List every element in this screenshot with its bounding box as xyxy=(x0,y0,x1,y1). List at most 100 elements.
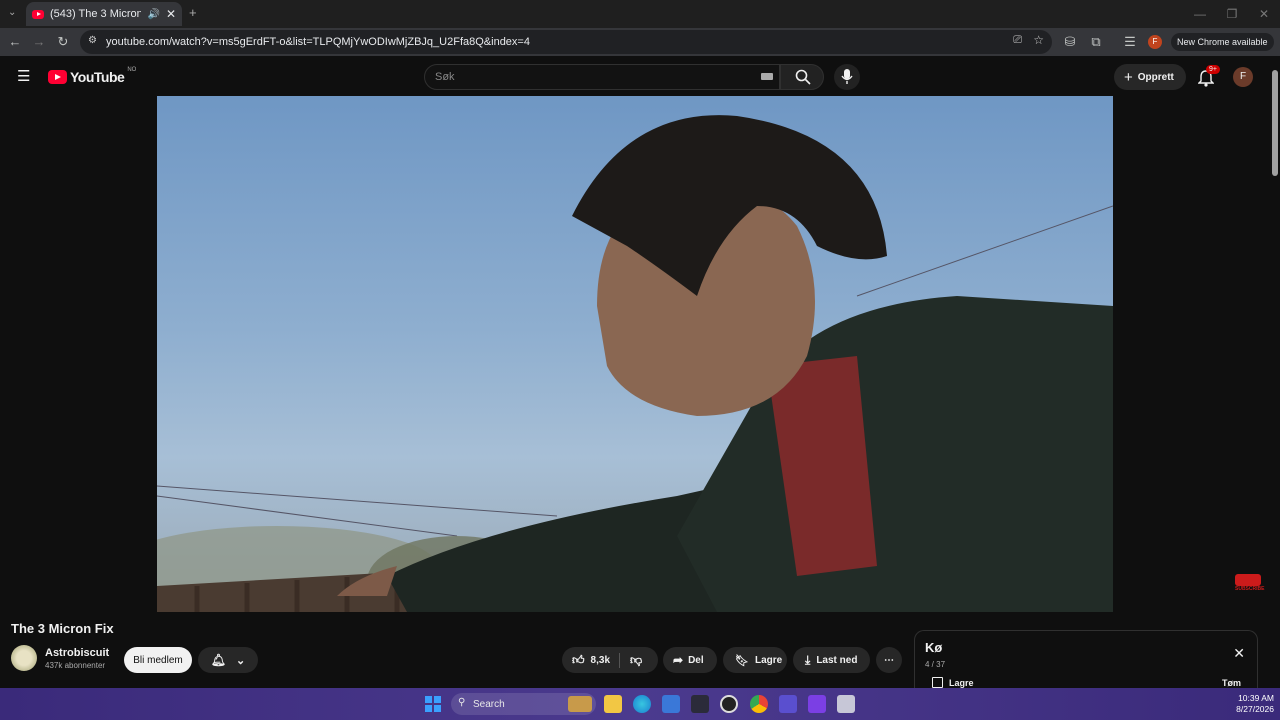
more-horizontal-icon: ⋯ xyxy=(884,654,894,666)
youtube-favicon-icon xyxy=(32,9,44,19)
queue-save-button[interactable]: Lagre xyxy=(932,677,974,688)
taskbar-search[interactable]: ⚲ Search xyxy=(451,693,596,715)
bell-icon: 🔔︎ xyxy=(210,653,226,667)
search-input[interactable]: Søk xyxy=(424,64,780,90)
chrome-icon[interactable] xyxy=(750,695,768,713)
page-scrollbar-thumb[interactable] xyxy=(1272,70,1278,176)
keyboard-icon[interactable] xyxy=(761,73,773,80)
app-icon-3[interactable] xyxy=(720,695,738,713)
queue-clear-button[interactable]: Tøm xyxy=(1222,678,1241,688)
notifications-button[interactable]: 9+ xyxy=(1196,65,1220,87)
file-explorer-icon[interactable] xyxy=(604,695,622,713)
extensions-puzzle-icon[interactable]: ⧉ xyxy=(1088,34,1104,50)
reading-list-icon[interactable]: ☰ xyxy=(1122,34,1138,50)
save-label: Lagre xyxy=(754,654,783,666)
region-code: NO xyxy=(127,67,137,73)
download-button[interactable]: ⤓ Last ned xyxy=(793,647,870,673)
save-button[interactable]: 🔖︎ Lagre xyxy=(723,647,787,673)
queue-title: Kø xyxy=(925,640,943,655)
clock-date: 8/27/2026 xyxy=(1236,704,1274,714)
queue-position: 4 / 37 xyxy=(925,660,946,669)
save-checkbox-icon xyxy=(932,677,943,688)
clock-time: 10:39 AM xyxy=(1238,693,1274,703)
new-chrome-label: New Chrome available xyxy=(1177,37,1268,47)
subscribe-watermark-label: SUBSCRIBE xyxy=(1235,586,1265,592)
microphone-icon xyxy=(841,69,853,84)
dislike-button[interactable]: 👎︎ xyxy=(620,653,642,668)
extension-icon[interactable]: ⛁ xyxy=(1062,34,1078,50)
subscriber-count: 437k abonnenter xyxy=(45,661,106,670)
channel-name[interactable]: Astrobiscuit xyxy=(45,647,109,659)
like-count: 8,3k xyxy=(590,654,611,666)
profile-avatar[interactable]: F xyxy=(1148,35,1162,49)
share-icon: ➦ xyxy=(673,653,684,667)
speaker-icon[interactable]: 🔊 xyxy=(147,9,159,20)
back-icon[interactable]: ← xyxy=(7,34,23,50)
join-label: Bli medlem xyxy=(133,654,183,666)
start-button[interactable] xyxy=(425,696,441,712)
youtube-play-icon xyxy=(48,70,67,84)
window-controls: — ❐ ✕ xyxy=(1184,0,1280,28)
site-info-icon[interactable]: ⚙ xyxy=(88,35,97,46)
create-label: Opprett xyxy=(1137,71,1174,83)
minimize-icon[interactable]: — xyxy=(1184,0,1216,28)
youtube-logo-text: YouTube xyxy=(70,69,125,85)
tab-title: (543) The 3 Micron Fix - You xyxy=(50,8,142,20)
address-bar[interactable]: ⚙ youtube.com/watch?v=ms5gErdFT-o&list=T… xyxy=(80,30,1052,54)
taskbar-clock[interactable]: 10:39 AM 8/27/2026 xyxy=(1222,693,1274,715)
edge-icon[interactable] xyxy=(633,695,651,713)
browser-toolbar: ← → ↻ ⚙ youtube.com/watch?v=ms5gErdFT-o&… xyxy=(0,28,1280,56)
search-icon: ⚲ xyxy=(458,697,466,708)
share-label: Del xyxy=(688,654,704,666)
bookmark-icon: 🔖︎ xyxy=(735,654,749,667)
youtube-logo[interactable]: YouTube NO xyxy=(48,67,137,85)
new-tab-button[interactable]: + xyxy=(189,5,197,20)
video-frame xyxy=(157,115,1113,612)
browser-tab-strip: ⌄ (543) The 3 Micron Fix - You 🔊 ✕ + — ❐… xyxy=(0,0,1280,28)
notification-badge: 9+ xyxy=(1206,65,1220,74)
subscribe-watermark[interactable]: SUBSCRIBE xyxy=(1235,574,1265,594)
forward-icon[interactable]: → xyxy=(31,34,47,50)
cast-icon[interactable]: ⎚ xyxy=(1013,34,1022,47)
taskbar-search-label: Search xyxy=(473,698,505,710)
account-avatar[interactable]: F xyxy=(1233,67,1253,87)
search-icon xyxy=(795,69,811,85)
like-dislike-group: 👍︎ 8,3k 👎︎ xyxy=(562,647,658,673)
video-player[interactable] xyxy=(157,96,1113,612)
app-icon-6[interactable] xyxy=(837,695,855,713)
app-icon-4[interactable] xyxy=(779,695,797,713)
search-button[interactable] xyxy=(780,64,824,90)
voice-search-button[interactable] xyxy=(834,64,860,90)
video-title: The 3 Micron Fix xyxy=(11,621,114,636)
create-button[interactable]: + Opprett xyxy=(1114,64,1186,90)
join-button[interactable]: Bli medlem xyxy=(124,647,192,673)
subscription-bell-button[interactable]: 🔔︎ ⌄ xyxy=(198,647,258,673)
queue-save-label: Lagre xyxy=(949,677,974,688)
channel-avatar[interactable] xyxy=(11,645,37,671)
browser-tab[interactable]: (543) The 3 Micron Fix - You 🔊 ✕ xyxy=(26,2,182,26)
plus-icon: + xyxy=(1124,68,1133,86)
thumbs-up-icon: 👍︎ xyxy=(572,652,585,667)
url-text: youtube.com/watch?v=ms5gErdFT-o&list=TLP… xyxy=(106,36,530,48)
app-icon-2[interactable] xyxy=(691,695,709,713)
download-icon: ⤓ xyxy=(805,652,811,667)
app-icon-1[interactable] xyxy=(662,695,680,713)
search-placeholder: Søk xyxy=(435,71,455,83)
reload-icon[interactable]: ↻ xyxy=(55,34,71,50)
new-chrome-available-button[interactable]: New Chrome available xyxy=(1171,33,1274,51)
tab-search-icon[interactable]: ⌄ xyxy=(8,7,16,18)
youtube-subscribe-icon xyxy=(1235,574,1261,586)
restore-icon[interactable]: ❐ xyxy=(1216,0,1248,28)
bookmark-star-icon[interactable]: ☆ xyxy=(1033,33,1044,47)
share-button[interactable]: ➦ Del xyxy=(663,647,717,673)
close-queue-icon[interactable]: ✕ xyxy=(1233,645,1245,662)
like-button[interactable]: 👍︎ 8,3k xyxy=(562,652,620,668)
close-tab-icon[interactable]: ✕ xyxy=(166,7,176,21)
hamburger-menu-icon[interactable]: ☰ xyxy=(17,67,30,85)
search-highlight-icon xyxy=(568,696,592,712)
close-window-icon[interactable]: ✕ xyxy=(1248,0,1280,28)
more-actions-button[interactable]: ⋯ xyxy=(876,647,902,673)
chevron-down-icon: ⌄ xyxy=(236,654,246,667)
download-label: Last ned xyxy=(816,654,858,666)
app-icon-5[interactable] xyxy=(808,695,826,713)
